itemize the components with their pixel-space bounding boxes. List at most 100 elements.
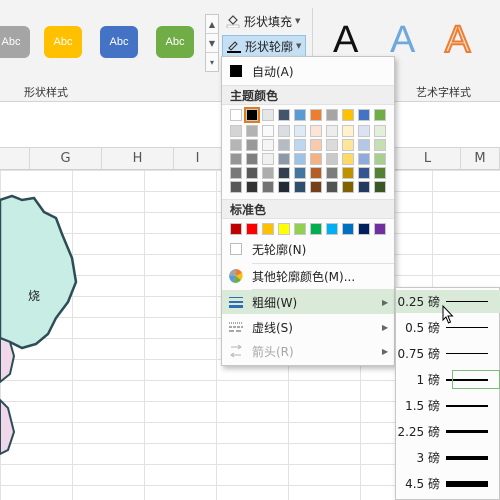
theme-shade-swatch[interactable] <box>310 167 322 179</box>
weight-option[interactable]: 2.25 磅 <box>396 420 500 443</box>
weight-option[interactable]: 3 磅 <box>396 446 500 469</box>
theme-shade-swatch[interactable] <box>374 153 386 165</box>
menu-item-automatic[interactable]: 自动(A) <box>222 59 394 83</box>
theme-shade-swatch[interactable] <box>262 167 274 179</box>
standard-color-swatch[interactable] <box>374 223 386 235</box>
theme-shade-swatch[interactable] <box>294 181 306 193</box>
theme-shade-swatch[interactable] <box>310 153 322 165</box>
theme-shade-swatch[interactable] <box>374 125 386 137</box>
theme-shade-swatch[interactable] <box>310 139 322 151</box>
theme-shade-swatch[interactable] <box>342 139 354 151</box>
theme-color-swatch[interactable] <box>342 109 354 121</box>
map-region-large[interactable] <box>0 194 78 350</box>
theme-shade-swatch[interactable] <box>358 139 370 151</box>
wordart-black-button[interactable]: A <box>333 20 358 60</box>
theme-color-swatch[interactable] <box>326 109 338 121</box>
standard-color-swatch[interactable] <box>342 223 354 235</box>
theme-shade-swatch[interactable] <box>342 153 354 165</box>
theme-shade-swatch[interactable] <box>342 125 354 137</box>
wordart-orange-outline-button[interactable]: A <box>444 19 471 61</box>
theme-shade-swatch[interactable] <box>326 139 338 151</box>
gallery-expand-icon[interactable]: ▾ <box>206 53 218 72</box>
weight-option[interactable]: 1 磅 <box>396 368 500 391</box>
theme-shade-swatch[interactable] <box>374 167 386 179</box>
theme-shade-swatch[interactable] <box>294 153 306 165</box>
theme-shade-swatch[interactable] <box>294 125 306 137</box>
theme-shade-swatch[interactable] <box>278 125 290 137</box>
standard-color-swatch[interactable] <box>326 223 338 235</box>
shape-outline-button[interactable]: 形状轮廓 ▼ <box>222 35 306 57</box>
column-header-l[interactable]: L <box>395 148 461 170</box>
theme-shade-swatch[interactable] <box>246 167 258 179</box>
theme-shade-swatch[interactable] <box>262 153 274 165</box>
theme-shade-swatch[interactable] <box>278 153 290 165</box>
theme-shade-swatch[interactable] <box>278 167 290 179</box>
theme-shade-swatch[interactable] <box>326 167 338 179</box>
theme-color-swatch[interactable] <box>262 109 274 121</box>
shape-style-blue-button[interactable]: Abc <box>100 26 138 58</box>
theme-shade-swatch[interactable] <box>358 153 370 165</box>
theme-shade-swatch[interactable] <box>326 125 338 137</box>
map-region-small-1[interactable] <box>0 336 16 384</box>
theme-shade-swatch[interactable] <box>262 125 274 137</box>
theme-shade-swatch[interactable] <box>310 181 322 193</box>
scroll-down-icon[interactable]: ▼ <box>206 34 218 53</box>
shape-fill-button[interactable]: 形状填充 ▼ <box>222 10 300 32</box>
column-header-h[interactable]: H <box>102 148 174 170</box>
theme-shade-swatch[interactable] <box>342 181 354 193</box>
theme-shade-swatch[interactable] <box>374 181 386 193</box>
theme-shade-swatch[interactable] <box>246 153 258 165</box>
theme-color-swatch[interactable] <box>244 107 260 123</box>
theme-shade-swatch[interactable] <box>278 181 290 193</box>
standard-color-swatch[interactable] <box>230 223 242 235</box>
column-header-i[interactable]: I <box>174 148 222 170</box>
theme-shade-swatch[interactable] <box>358 125 370 137</box>
weight-option[interactable]: 4.5 磅 <box>396 472 500 495</box>
theme-shade-swatch[interactable] <box>358 167 370 179</box>
theme-shade-swatch[interactable] <box>262 139 274 151</box>
map-shape[interactable]: 烧 <box>0 170 222 500</box>
theme-color-swatch[interactable] <box>358 109 370 121</box>
column-header-g[interactable]: G <box>30 148 102 170</box>
standard-color-swatch[interactable] <box>246 223 258 235</box>
theme-color-swatch[interactable] <box>294 109 306 121</box>
weight-option[interactable]: 0.75 磅 <box>396 342 500 365</box>
column-header-m[interactable]: M <box>461 148 500 170</box>
standard-color-swatch[interactable] <box>278 223 290 235</box>
theme-shade-swatch[interactable] <box>262 181 274 193</box>
theme-color-swatch[interactable] <box>230 109 242 121</box>
theme-shade-swatch[interactable] <box>278 139 290 151</box>
weight-option[interactable]: 1.5 磅 <box>396 394 500 417</box>
theme-shade-swatch[interactable] <box>230 153 242 165</box>
theme-shade-swatch[interactable] <box>310 125 322 137</box>
theme-shade-swatch[interactable] <box>326 153 338 165</box>
theme-shade-swatch[interactable] <box>294 139 306 151</box>
theme-shade-swatch[interactable] <box>230 181 242 193</box>
theme-shade-swatch[interactable] <box>246 139 258 151</box>
menu-item-no-outline[interactable]: 无轮廓(N) <box>222 237 394 261</box>
theme-shade-swatch[interactable] <box>326 181 338 193</box>
standard-color-swatch[interactable] <box>294 223 306 235</box>
theme-shade-swatch[interactable] <box>294 167 306 179</box>
theme-color-swatch[interactable] <box>374 109 386 121</box>
menu-item-more-colors[interactable]: 其他轮廓颜色(M)... <box>222 264 394 288</box>
theme-shade-swatch[interactable] <box>246 181 258 193</box>
style-gallery-scroll[interactable]: ▲ ▼ ▾ <box>205 14 219 72</box>
theme-shade-swatch[interactable] <box>230 125 242 137</box>
map-region-small-2[interactable] <box>0 398 16 456</box>
theme-color-swatch[interactable] <box>310 109 322 121</box>
theme-shade-swatch[interactable] <box>230 167 242 179</box>
shape-style-gray-button[interactable]: Abc <box>0 26 30 58</box>
theme-shade-swatch[interactable] <box>230 139 242 151</box>
scroll-up-icon[interactable]: ▲ <box>206 15 218 34</box>
theme-shade-swatch[interactable] <box>246 125 258 137</box>
theme-shade-swatch[interactable] <box>374 139 386 151</box>
shape-style-gold-button[interactable]: Abc <box>44 26 82 58</box>
theme-shade-swatch[interactable] <box>342 167 354 179</box>
menu-item-dashes[interactable]: 虚线(S) ▶ <box>222 315 394 339</box>
standard-color-swatch[interactable] <box>358 223 370 235</box>
standard-color-swatch[interactable] <box>262 223 274 235</box>
shape-style-green-button[interactable]: Abc <box>156 26 194 58</box>
wordart-blue-button[interactable]: A <box>390 20 415 60</box>
theme-shade-swatch[interactable] <box>358 181 370 193</box>
